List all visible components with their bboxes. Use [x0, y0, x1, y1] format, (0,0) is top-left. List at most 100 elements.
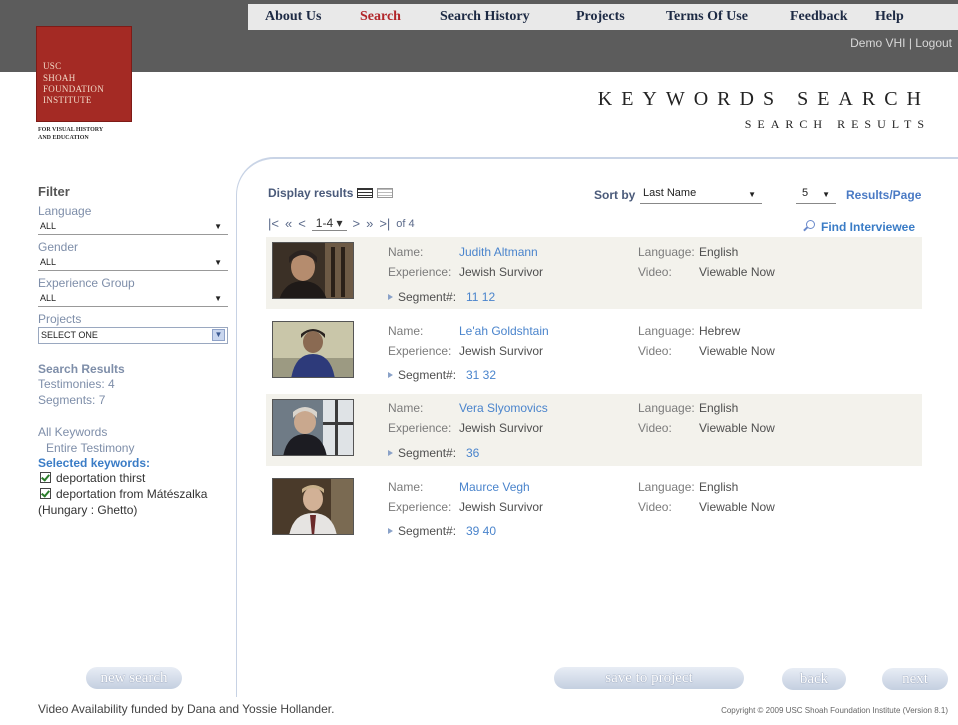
segment-label: Segment#:: [388, 524, 456, 538]
language-label: Language:: [638, 324, 695, 338]
experience-value: Jewish Survivor: [459, 421, 544, 435]
expand-triangle-icon[interactable]: [388, 294, 393, 300]
page-total: of 4: [396, 217, 415, 230]
video-status-link[interactable]: Viewable Now: [699, 265, 775, 279]
find-interviewee-link[interactable]: Find Interviewee: [806, 219, 916, 234]
entire-testimony-link[interactable]: Entire Testimony: [38, 440, 234, 456]
next-set-icon[interactable]: »: [366, 216, 373, 231]
segment-label: Segment#:: [388, 290, 456, 304]
interviewee-name-link[interactable]: Judith Altmann: [459, 245, 538, 259]
last-page-icon[interactable]: >|: [379, 216, 390, 231]
logo-line-3: FOUNDATION: [43, 84, 104, 94]
segment-links[interactable]: 31 32: [466, 368, 496, 382]
pagination: |< « < 1-4 ▾ > » >| of 4: [268, 216, 415, 231]
chevron-down-icon: ▼: [214, 258, 222, 267]
keyword-checkbox[interactable]: [40, 472, 51, 483]
logout-link[interactable]: Logout: [915, 36, 952, 50]
video-status-link[interactable]: Viewable Now: [699, 421, 775, 435]
interviewee-name-link[interactable]: Maurce Vegh: [459, 480, 530, 494]
gender-select[interactable]: ALL ▼: [38, 255, 228, 271]
experience-value: Jewish Survivor: [459, 344, 544, 358]
sort-by-select[interactable]: Last Name ▼: [640, 186, 762, 204]
result-row: Name: Le'ah Goldshtain Experience: Jewis…: [266, 316, 922, 388]
expand-triangle-icon[interactable]: [388, 528, 393, 534]
experience-label: Experience:: [388, 344, 452, 358]
experience-group-select[interactable]: ALL ▼: [38, 291, 228, 307]
page-select[interactable]: 1-4 ▾: [311, 216, 347, 231]
shoah-foundation-logo[interactable]: USC SHOAH FOUNDATION INSTITUTE: [36, 26, 132, 122]
interviewee-name-link[interactable]: Vera Slyomovics: [459, 401, 548, 415]
page-range: 1-4: [315, 216, 334, 230]
segments-count: Segments: 7: [38, 393, 106, 407]
nav-search[interactable]: Search: [360, 9, 401, 25]
all-keywords-link[interactable]: All Keywords: [38, 424, 234, 440]
language-value: English: [699, 401, 739, 415]
logo-tagline: FOR VISUAL HISTORY AND EDUCATION: [38, 126, 103, 142]
interviewee-thumbnail[interactable]: [272, 242, 354, 299]
chevron-down-icon: ▼: [822, 190, 830, 199]
nav-search-history[interactable]: Search History: [440, 9, 530, 25]
expand-triangle-icon[interactable]: [388, 450, 393, 456]
portrait-image: [273, 400, 353, 455]
display-results-label: Display results: [268, 186, 354, 200]
save-to-project-button[interactable]: save to project: [554, 667, 744, 689]
experience-label: Experience:: [388, 421, 452, 435]
portrait-image: [273, 322, 353, 377]
back-button[interactable]: back: [782, 668, 846, 690]
new-search-button[interactable]: new search: [86, 667, 182, 689]
results-per-page-select[interactable]: 5 ▼: [796, 186, 836, 204]
chevron-down-icon: ▼: [212, 329, 225, 341]
nav-about-us[interactable]: About Us: [265, 9, 321, 25]
language-label: Language:: [638, 480, 695, 494]
video-label: Video:: [638, 344, 672, 358]
page: About Us Search Search History Projects …: [0, 0, 958, 725]
logo-line-2: SHOAH: [43, 73, 76, 83]
interviewee-thumbnail[interactable]: [272, 399, 354, 456]
keyword-checkbox[interactable]: [40, 488, 51, 499]
page-title: KEYWORDS SEARCH: [597, 88, 930, 110]
next-page-icon[interactable]: >: [353, 216, 361, 231]
segment-links[interactable]: 36: [466, 446, 479, 460]
expand-triangle-icon[interactable]: [388, 372, 393, 378]
video-status-link[interactable]: Viewable Now: [699, 500, 775, 514]
nav-feedback[interactable]: Feedback: [790, 9, 848, 25]
experience-group-label: Experience Group: [38, 276, 135, 290]
user-name-link[interactable]: Demo VHI: [850, 36, 905, 50]
video-label: Video:: [638, 265, 672, 279]
find-interviewee-label: Find Interviewee: [821, 220, 916, 234]
gender-label: Gender: [38, 240, 79, 254]
result-row: Name: Maurce Vegh Experience: Jewish Sur…: [266, 473, 922, 545]
next-button[interactable]: next: [882, 668, 948, 690]
interviewee-name-link[interactable]: Le'ah Goldshtain: [459, 324, 549, 338]
projects-select[interactable]: SELECT ONE ▼: [38, 327, 228, 344]
top-bar: About Us Search Search History Projects …: [0, 0, 958, 72]
list-view-icon[interactable]: [357, 188, 374, 198]
video-status-link[interactable]: Viewable Now: [699, 344, 775, 358]
language-select[interactable]: ALL ▼: [38, 219, 228, 235]
thumbnail-view-icon[interactable]: [377, 188, 394, 198]
selected-keywords-heading: Selected keywords:: [38, 456, 151, 470]
results-per-page-value: 5: [802, 187, 809, 199]
segment-links[interactable]: 11 12: [466, 290, 495, 304]
nav-projects[interactable]: Projects: [576, 9, 625, 25]
filter-sidebar: Filter Language ALL ▼ Gender ALL ▼ Experie…: [38, 184, 234, 518]
interviewee-thumbnail[interactable]: [272, 321, 354, 378]
previous-set-icon[interactable]: «: [285, 216, 292, 231]
language-label: Language:: [638, 401, 695, 415]
copyright-text: Copyright © 2009 USC Shoah Foundation In…: [721, 706, 948, 715]
projects-select-value: SELECT ONE: [41, 330, 98, 340]
funding-note: Video Availability funded by Dana and Yo…: [38, 702, 335, 716]
name-label: Name:: [388, 401, 424, 415]
segment-links[interactable]: 39 40: [466, 524, 496, 538]
previous-page-icon[interactable]: <: [298, 216, 306, 231]
chevron-down-icon: ▼: [214, 294, 222, 303]
search-results-heading: Search Results: [38, 362, 125, 376]
sort-by-value: Last Name: [643, 187, 697, 199]
interviewee-thumbnail[interactable]: [272, 478, 354, 535]
nav-help[interactable]: Help: [875, 9, 904, 25]
nav-terms-of-use[interactable]: Terms Of Use: [666, 9, 748, 25]
first-page-icon[interactable]: |<: [268, 216, 279, 231]
segment-label-text: Segment#:: [398, 368, 457, 382]
language-value: English: [699, 480, 739, 494]
experience-label: Experience:: [388, 500, 452, 514]
